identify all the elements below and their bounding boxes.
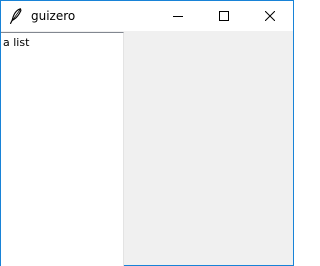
minimize-icon — [173, 11, 183, 21]
window-content: a list — [1, 31, 293, 266]
minimize-button[interactable] — [155, 1, 201, 31]
close-icon — [265, 11, 275, 21]
feather-icon — [9, 8, 23, 24]
maximize-button[interactable] — [201, 1, 247, 31]
window-title: guizero — [31, 9, 76, 23]
app-window: guizero a list — [0, 0, 294, 266]
list-item[interactable]: a list — [3, 36, 29, 49]
listbox[interactable]: a list — [1, 32, 124, 266]
close-button[interactable] — [247, 1, 293, 31]
maximize-icon — [219, 11, 229, 21]
title-bar[interactable]: guizero — [1, 1, 293, 31]
